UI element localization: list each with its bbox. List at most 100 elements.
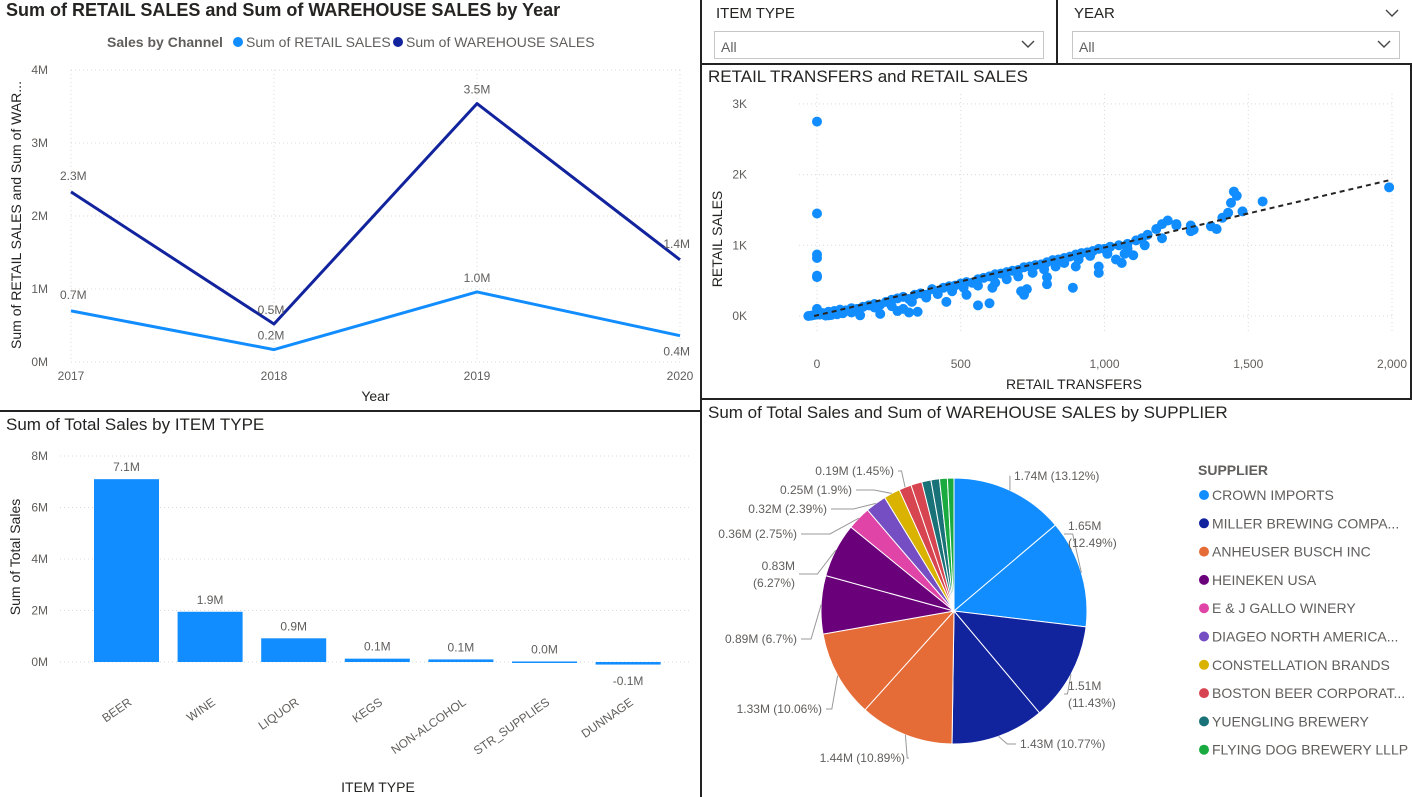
data-label: 7.1M [113,460,140,474]
label-leader [826,675,839,710]
data-label: 0.2M [258,329,285,343]
scatter-point [1384,182,1395,193]
x-tick-label: KEGS [350,695,385,726]
scatter-point [984,298,995,309]
scatter-point [1050,261,1061,272]
scatter-point [1257,196,1268,207]
x-tick-label: 1,000 [1089,357,1119,371]
x-tick-label: 2,000 [1377,357,1407,371]
x-tick-label: NON-ALCOHOL [388,695,468,757]
y-tick-label: 0M [31,655,48,669]
legend-marker [233,37,243,47]
scatter-point [812,208,822,219]
data-label: 1.33M (10.06%) [737,702,822,716]
data-label: 1.43M (10.77%) [1020,737,1105,751]
legend-label: Sum of WAREHOUSE SALES [406,34,595,50]
scatter-chart[interactable]: 0K1K2K3K0 500 1,000 1,500 2,000RETAIL TRANSF… [702,64,1412,399]
data-label: 1.9M [197,593,224,607]
legend-marker [1199,546,1209,557]
scatter-point [1139,240,1150,251]
x-axis-title: ITEM TYPE [341,779,415,795]
series-line [70,102,681,326]
legend-title: SUPPLIER [1198,462,1268,478]
item-type-dropdown[interactable]: All [714,31,1044,59]
x-tick-label: 2017 [58,369,85,383]
legend-label: DIAGEO NORTH AMERICA... [1212,629,1398,645]
legend-label: ANHEUSER BUSCH INC [1212,544,1371,560]
data-label: 0.4M [663,345,690,359]
scatter-chart-panel[interactable]: RETAIL TRANSFERS and RETAIL SALES 0K 1K 2K… [702,64,1412,399]
data-label: 1.4M [663,237,690,251]
data-label: 0.89M (6.7%) [725,632,797,646]
x-tick-label: 0 [814,357,821,371]
y-tick-label: 4M [31,63,48,77]
scatter-point [886,301,897,312]
legend-marker [1199,574,1209,585]
x-axis-title: RETAIL TRANSFERS [1006,376,1142,392]
panel-divider [0,410,701,412]
legend-marker [1199,518,1209,529]
scatter-point [958,282,969,293]
legend-marker [1199,716,1209,727]
x-tick-label: WINE [184,695,218,724]
chevron-down-icon[interactable] [1021,39,1035,49]
data-label: 1.44M (10.89%) [820,751,905,765]
item-type-slicer[interactable]: ITEM TYPE All [702,0,1056,63]
scatter-point [855,310,866,321]
legend-label: FLYING DOG BREWERY LLLP [1212,742,1408,758]
bar [261,638,327,662]
y-tick-label: 4M [31,552,48,566]
y-tick-label: 3K [732,97,747,111]
y-tick-label: 0K [732,309,747,323]
line-chart-panel[interactable]: Sum of RETAIL SALES and Sum of WAREHOUSE… [0,0,700,411]
x-tick-label: STR_SUPPLIES [471,695,552,758]
y-tick-label: 2M [31,604,48,618]
y-tick-label: 1M [31,282,48,296]
legend-label: MILLER BREWING COMPA... [1212,515,1399,531]
legend-marker [1199,603,1209,614]
line-chart[interactable]: 0M1M2M3M4M2017 2018 2019 2020YearSum of RET… [0,0,700,411]
scatter-point [1059,257,1070,268]
data-label: 0.25M (1.9%) [780,483,852,497]
data-label: -0.1M [613,674,644,688]
scatter-point [869,302,880,313]
legend-marker [1199,631,1209,642]
scatter-point [973,300,983,311]
y-tick-label: 8M [31,449,48,463]
y-axis-title: Sum of Total Sales [7,499,23,615]
legend-marker [1199,688,1209,699]
scatter-point [1162,215,1173,226]
pie-chart-panel[interactable]: Sum of Total Sales and Sum of WAREHOUSE … [702,400,1412,797]
data-label: 0.36M (2.75%) [718,527,797,541]
year-selected-value: All [1079,39,1095,55]
data-label: 0.9M [280,619,307,633]
x-tick-label: 2019 [464,369,491,383]
pie-chart[interactable]: 1.74M (13.12%) 1.65M (12.49%) 1.51M (11.43%)… [702,400,1412,797]
scatter-point [1027,267,1038,278]
panel-divider [701,398,1412,400]
data-label: 0.83M [762,559,795,573]
bar [595,662,661,665]
scatter-point [812,253,822,264]
scatter-point [1039,264,1050,275]
bar [94,479,159,662]
data-label: 1.65M [1068,519,1101,533]
y-tick-label: 3M [31,136,48,150]
scatter-point [973,280,983,291]
bar-chart-panel[interactable]: Sum of Total Sales by ITEM TYPE 0M 2M 4M 6M… [0,412,700,797]
scatter-point [1093,267,1104,278]
year-dropdown[interactable]: All [1072,31,1400,59]
data-label: 3.5M [464,83,491,97]
chevron-down-icon[interactable] [1377,39,1391,49]
x-tick-label: 500 [951,357,971,371]
bar-chart[interactable]: 0M 2M 4M 6M 8M Sum of Total Sales ITEM TYPE 7.1… [0,412,700,797]
year-slicer[interactable]: YEAR All [1060,0,1412,63]
data-label: 1.51M [1068,679,1101,693]
scatter-point [1211,224,1222,235]
label-leader [904,734,909,759]
legend-label: Sum of RETAIL SALES [246,34,391,50]
chevron-down-icon[interactable] [1385,8,1399,18]
data-label: 2.3M [60,169,87,183]
bar [512,661,577,663]
series-line [70,290,681,352]
